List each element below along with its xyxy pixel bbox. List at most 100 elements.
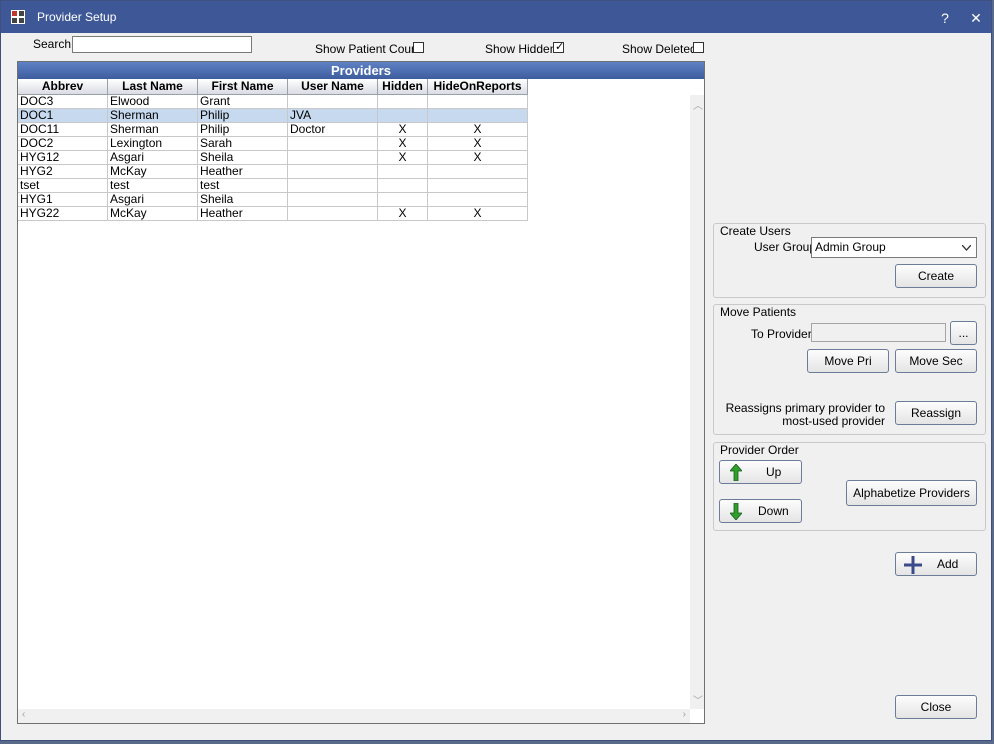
horizontal-scrollbar[interactable]: ‹ › [18, 709, 690, 723]
cell-first-name: Grant [198, 95, 288, 109]
cell-hidden: X [378, 151, 428, 165]
window-title: Provider Setup [37, 10, 117, 24]
provider-picker-button[interactable]: ... [950, 321, 977, 345]
table-row[interactable]: tset test test [18, 179, 528, 193]
plus-icon [904, 556, 922, 574]
cell-abbrev: DOC2 [18, 137, 108, 151]
show-deleted-label: Show Deleted [622, 42, 697, 56]
cell-last-name: Lexington [108, 137, 198, 151]
help-button[interactable]: ? [934, 7, 956, 29]
cell-hidden [378, 193, 428, 207]
window-close-button[interactable]: ✕ [965, 7, 987, 29]
scroll-down-icon[interactable]: ﹀ [693, 692, 703, 707]
app-grid-icon [11, 10, 25, 24]
column-header-last-name[interactable]: Last Name [108, 79, 198, 94]
cell-last-name: Sherman [108, 109, 198, 123]
move-up-button[interactable]: Up [719, 460, 802, 484]
table-row[interactable]: HYG22 McKay Heather X X [18, 207, 528, 221]
cell-first-name: Sheila [198, 193, 288, 207]
column-header-abbrev[interactable]: Abbrev [18, 79, 108, 94]
cell-user-name: Doctor [288, 123, 378, 137]
move-down-button[interactable]: Down [719, 499, 802, 523]
cell-first-name: Sarah [198, 137, 288, 151]
table-row[interactable]: HYG12 Asgari Sheila X X [18, 151, 528, 165]
column-header-first-name[interactable]: First Name [198, 79, 288, 94]
cell-user-name [288, 207, 378, 221]
arrow-up-icon [730, 464, 742, 481]
column-header-hidden[interactable]: Hidden [378, 79, 428, 94]
cell-last-name: Asgari [108, 193, 198, 207]
add-button[interactable]: Add [895, 552, 977, 576]
move-sec-button[interactable]: Move Sec [895, 349, 977, 373]
move-patients-title: Move Patients [720, 305, 797, 319]
cell-hidden [378, 109, 428, 123]
cell-user-name [288, 151, 378, 165]
scroll-right-icon[interactable]: › [683, 709, 686, 720]
show-deleted-checkbox[interactable] [693, 42, 704, 53]
cell-hide-on-reports [428, 95, 528, 109]
cell-user-name [288, 179, 378, 193]
provider-order-title: Provider Order [720, 443, 799, 457]
move-patients-group: Move Patients To Provider ... Move Pri M… [713, 304, 986, 435]
vertical-scrollbar[interactable]: ︿ ﹀ [690, 95, 704, 709]
create-button[interactable]: Create [895, 264, 977, 288]
cell-user-name [288, 165, 378, 179]
chevron-down-icon [962, 245, 971, 251]
table-row[interactable]: HYG2 McKay Heather [18, 165, 528, 179]
show-patient-count-checkbox[interactable] [413, 42, 424, 53]
cell-abbrev: HYG22 [18, 207, 108, 221]
cell-hide-on-reports: X [428, 123, 528, 137]
cell-abbrev: DOC1 [18, 109, 108, 123]
cell-last-name: test [108, 179, 198, 193]
cell-abbrev: HYG12 [18, 151, 108, 165]
cell-hide-on-reports [428, 193, 528, 207]
cell-last-name: Asgari [108, 151, 198, 165]
column-header-hide-on-reports[interactable]: HideOnReports [428, 79, 528, 94]
scroll-left-icon[interactable]: ‹ [22, 709, 25, 720]
table-row[interactable]: DOC2 Lexington Sarah X X [18, 137, 528, 151]
close-button[interactable]: Close [895, 695, 977, 719]
reassign-description: Reassigns primary provider to most-used … [726, 402, 885, 428]
cell-hide-on-reports [428, 109, 528, 123]
up-label: Up [766, 465, 782, 479]
cell-last-name: Sherman [108, 123, 198, 137]
table-row[interactable]: HYG1 Asgari Sheila [18, 193, 528, 207]
cell-abbrev: DOC11 [18, 123, 108, 137]
table-row[interactable]: DOC1 Sherman Philip JVA [18, 109, 528, 123]
to-provider-field[interactable] [811, 323, 946, 342]
table-row[interactable]: DOC3 Elwood Grant [18, 95, 528, 109]
user-group-value: Admin Group [815, 240, 886, 254]
provider-order-group: Provider Order Up Down Alphabetize Provi… [713, 442, 986, 531]
column-header-row: Abbrev Last Name First Name User Name Hi… [18, 79, 528, 95]
move-pri-button[interactable]: Move Pri [807, 349, 889, 373]
cell-hidden: X [378, 137, 428, 151]
cell-first-name: Philip [198, 123, 288, 137]
scroll-up-icon[interactable]: ︿ [693, 97, 703, 112]
reassign-description-line2: most-used provider [782, 414, 885, 428]
cell-hidden [378, 95, 428, 109]
show-patient-count-label: Show Patient Count [315, 42, 422, 56]
column-header-user-name[interactable]: User Name [288, 79, 378, 94]
title-bar[interactable]: Provider Setup ? ✕ [1, 1, 991, 33]
reassign-button[interactable]: Reassign [895, 401, 977, 425]
reassign-description-line1: Reassigns primary provider to [725, 401, 885, 415]
cell-first-name: Philip [198, 109, 288, 123]
table-row[interactable]: DOC11 Sherman Philip Doctor X X [18, 123, 528, 137]
cell-user-name [288, 193, 378, 207]
user-group-select[interactable]: Admin Group [811, 237, 977, 258]
alphabetize-providers-button[interactable]: Alphabetize Providers [846, 480, 977, 506]
cell-first-name: Sheila [198, 151, 288, 165]
create-users-title: Create Users [720, 224, 791, 238]
cell-hide-on-reports [428, 165, 528, 179]
down-label: Down [758, 504, 789, 518]
cell-last-name: McKay [108, 207, 198, 221]
show-hidden-checkbox[interactable]: ✓ [553, 41, 564, 53]
cell-last-name: McKay [108, 165, 198, 179]
cell-user-name [288, 95, 378, 109]
cell-hide-on-reports: X [428, 207, 528, 221]
create-users-group: Create Users User Group Admin Group Crea… [713, 223, 986, 298]
cell-first-name: Heather [198, 165, 288, 179]
cell-abbrev: DOC3 [18, 95, 108, 109]
cell-hidden [378, 179, 428, 193]
search-input[interactable] [72, 36, 252, 53]
